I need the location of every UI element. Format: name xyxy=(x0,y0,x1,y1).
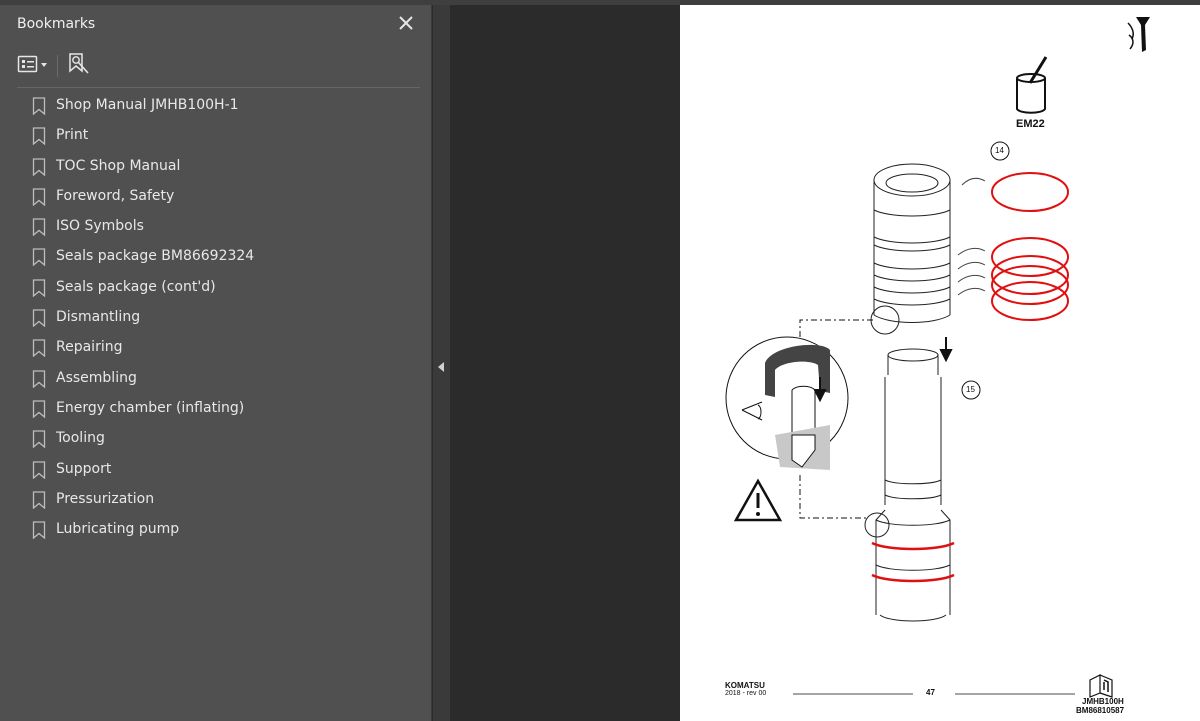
toolbar-rule xyxy=(17,87,420,88)
bookmark-label: Energy chamber (inflating) xyxy=(56,399,245,416)
detail-view-drawing xyxy=(725,336,849,470)
bookmark-label: Pressurization xyxy=(56,490,155,507)
bookmark-label: Assembling xyxy=(56,369,137,386)
bookmark-item[interactable]: Assembling xyxy=(0,364,432,394)
document-number: BM86810587 xyxy=(1076,706,1125,715)
panel-splitter[interactable] xyxy=(433,5,450,721)
bookmark-icon xyxy=(32,97,46,116)
bookmarks-toolbar xyxy=(0,43,432,87)
bookmark-icon xyxy=(32,127,46,146)
bookmark-item[interactable]: Repairing xyxy=(0,333,432,363)
product-code-label: EM22 xyxy=(1016,118,1045,130)
bookmark-item[interactable]: Print xyxy=(0,121,432,151)
bookmark-icon xyxy=(32,370,46,389)
bookmarks-title: Bookmarks xyxy=(17,16,96,32)
callout-label: 14 xyxy=(995,146,1004,155)
bookmark-item[interactable]: Energy chamber (inflating) xyxy=(0,394,432,424)
bookmark-label: TOC Shop Manual xyxy=(56,157,181,174)
model-label: JMHB100H xyxy=(1082,697,1124,706)
brand-label: KOMATSU xyxy=(725,681,765,690)
bookmark-label: Seals package (cont'd) xyxy=(56,278,216,295)
bookmark-label: Shop Manual JMHB100H-1 xyxy=(56,97,239,113)
bookmark-icon xyxy=(32,157,46,176)
bookmark-item[interactable]: Dismantling xyxy=(0,303,432,333)
bookmark-item[interactable]: TOC Shop Manual xyxy=(0,152,432,182)
seal-rings xyxy=(991,172,1069,321)
bookmark-label: Tooling xyxy=(56,430,105,447)
bookmark-icon xyxy=(32,400,46,419)
grease-can-icon xyxy=(1016,56,1048,114)
page-number: 47 xyxy=(926,688,935,697)
document-page: EM22 14 15 KOMATSU 2018 - rev 00 47 JMHB… xyxy=(680,5,1200,721)
bookmark-icon xyxy=(32,491,46,510)
toolbar-divider xyxy=(57,55,58,77)
bookmark-icon xyxy=(32,188,46,207)
bookmark-item[interactable]: Lubricating pump xyxy=(0,515,432,545)
bookmark-label: Seals package BM86692324 xyxy=(56,248,255,265)
bookmark-label: Repairing xyxy=(56,339,123,356)
bookmark-label: Foreword, Safety xyxy=(56,187,175,204)
bookmark-item[interactable]: Shop Manual JMHB100H-1 xyxy=(0,91,432,121)
revision-label: 2018 - rev 00 xyxy=(725,690,767,697)
bookmarks-header: Bookmarks xyxy=(0,5,432,43)
bookmark-item[interactable]: Foreword, Safety xyxy=(0,182,432,212)
bookmark-label: Print xyxy=(56,127,89,144)
bookmark-item[interactable]: Support xyxy=(0,455,432,485)
manual-book-icon xyxy=(1089,674,1113,698)
document-viewer[interactable]: EM22 14 15 KOMATSU 2018 - rev 00 47 JMHB… xyxy=(450,5,1200,721)
bookmark-search-icon[interactable] xyxy=(67,51,91,77)
warning-icon xyxy=(733,478,783,522)
seal-housing-drawing xyxy=(870,163,951,335)
bookmark-item[interactable]: Seals package BM86692324 xyxy=(0,242,432,272)
collapse-panel-icon[interactable] xyxy=(437,357,445,372)
bookmark-icon xyxy=(32,521,46,540)
bookmark-label: Dismantling xyxy=(56,309,141,326)
bookmark-icon xyxy=(32,309,46,328)
close-icon[interactable] xyxy=(396,13,416,33)
options-menu-icon[interactable] xyxy=(17,51,51,77)
page-drawing xyxy=(725,17,1150,698)
bookmark-label: ISO Symbols xyxy=(56,218,144,235)
bookmark-icon xyxy=(32,248,46,267)
bookmark-icon xyxy=(32,430,46,449)
bookmark-icon xyxy=(32,339,46,358)
bookmark-icon xyxy=(32,279,46,298)
bookmark-item[interactable]: Pressurization xyxy=(0,485,432,515)
bookmarks-panel: Bookmarks Shop Manual JMHB100H-1 Print T… xyxy=(0,5,432,721)
bookmark-item[interactable]: Seals package (cont'd) xyxy=(0,273,432,303)
corner-logo-icon xyxy=(1127,17,1150,52)
bookmark-icon xyxy=(32,218,46,237)
bookmark-item[interactable]: Tooling xyxy=(0,424,432,454)
bookmark-label: Lubricating pump xyxy=(56,521,180,538)
bookmark-label: Support xyxy=(56,460,112,477)
bookmark-list: Shop Manual JMHB100H-1 Print TOC Shop Ma… xyxy=(0,91,432,545)
bookmark-icon xyxy=(32,460,46,479)
bookmark-item[interactable]: ISO Symbols xyxy=(0,212,432,242)
callout-label: 15 xyxy=(966,385,975,394)
